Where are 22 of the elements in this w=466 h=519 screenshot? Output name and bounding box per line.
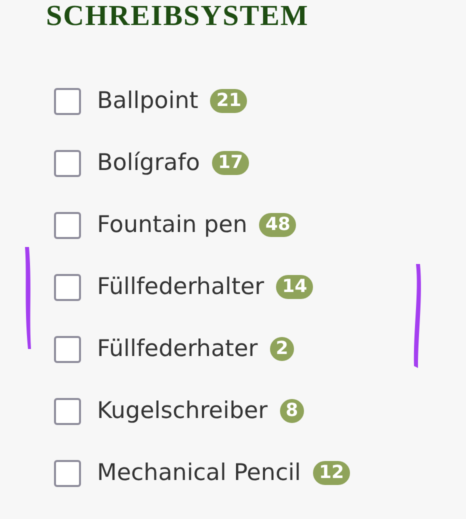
count-badge: 17 bbox=[212, 151, 250, 175]
option-label[interactable]: Kugelschreiber bbox=[97, 398, 268, 424]
checkbox[interactable] bbox=[54, 212, 81, 238]
checkbox[interactable] bbox=[54, 274, 81, 300]
option-label[interactable]: Mechanical Pencil bbox=[97, 460, 301, 486]
option-label[interactable]: Ballpoint bbox=[97, 88, 198, 114]
option-label[interactable]: Füllfederhalter bbox=[97, 274, 264, 300]
option-label[interactable]: Bolígrafo bbox=[97, 150, 200, 176]
option-label[interactable]: Fountain pen bbox=[97, 212, 248, 238]
count-badge: 21 bbox=[210, 89, 248, 113]
checkbox[interactable] bbox=[54, 460, 81, 486]
checkbox[interactable] bbox=[54, 150, 81, 176]
count-badge: 8 bbox=[280, 399, 304, 423]
count-badge: 14 bbox=[276, 275, 314, 299]
count-badge: 48 bbox=[259, 213, 296, 237]
checkbox[interactable] bbox=[54, 336, 81, 362]
count-badge: 12 bbox=[312, 461, 350, 485]
section-title: SCHREIBSYSTEM bbox=[46, 1, 309, 31]
checkbox[interactable] bbox=[54, 398, 81, 424]
checkbox[interactable] bbox=[54, 88, 81, 114]
option-label[interactable]: Füllfederhater bbox=[97, 336, 258, 362]
count-badge: 2 bbox=[270, 337, 294, 361]
